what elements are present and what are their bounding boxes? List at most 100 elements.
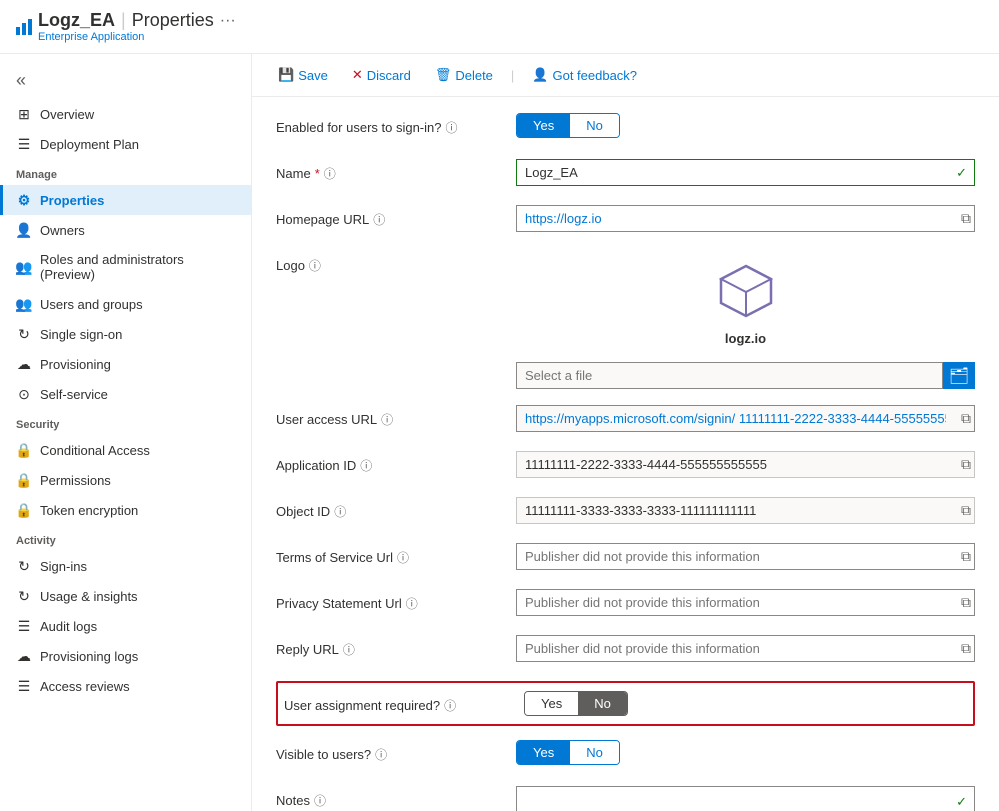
sidebar-item-audit-logs[interactable]: ☰ Audit logs: [0, 611, 251, 641]
sidebar-label-users: Users and groups: [40, 297, 143, 312]
visible-toggle: Yes No: [516, 740, 620, 765]
enabled-yes-button[interactable]: Yes: [517, 114, 570, 137]
tos-copy-icon[interactable]: ⧉: [961, 548, 971, 565]
homepage-input[interactable]: [516, 205, 975, 232]
sign-ins-icon: ↻: [16, 558, 32, 574]
sidebar-label-access: Access reviews: [40, 679, 130, 694]
discard-button[interactable]: ✕ Discard: [342, 62, 421, 88]
delete-button[interactable]: 🗑 Delete: [425, 62, 503, 88]
visible-yes-button[interactable]: Yes: [517, 741, 570, 764]
name-label: Name * ⓘ: [276, 159, 516, 182]
object-id-input: [516, 497, 975, 524]
privacy-info-icon[interactable]: ⓘ: [406, 595, 418, 612]
notes-textarea[interactable]: [516, 786, 975, 811]
logo-control: logz.io 🗂: [516, 251, 975, 389]
sidebar-label-self-service: Self-service: [40, 387, 108, 402]
reply-url-info-icon[interactable]: ⓘ: [343, 641, 355, 658]
sidebar-label-prov-logs: Provisioning logs: [40, 649, 138, 664]
sidebar-item-conditional-access[interactable]: 🔒 Conditional Access: [0, 435, 251, 465]
app-name: Logz_EA: [38, 10, 115, 31]
privacy-input[interactable]: [516, 589, 975, 616]
app-id-label: Application ID ⓘ: [276, 451, 516, 474]
file-input[interactable]: [516, 362, 943, 389]
homepage-copy-icon[interactable]: ⧉: [961, 210, 971, 227]
user-access-url-input[interactable]: [516, 405, 975, 432]
reply-url-label: Reply URL ⓘ: [276, 635, 516, 658]
notes-check-icon: ✓: [956, 794, 967, 810]
app-header: Logz_EA | Properties ··· Enterprise Appl…: [0, 0, 999, 54]
sidebar-item-sso[interactable]: ↻ Single sign-on: [0, 319, 251, 349]
feedback-button[interactable]: 👤 Got feedback?: [522, 62, 647, 88]
visible-no-button[interactable]: No: [570, 741, 619, 764]
enabled-label: Enabled for users to sign-in? ⓘ: [276, 113, 516, 136]
tos-label: Terms of Service Url ⓘ: [276, 543, 516, 566]
logz-brand-text: logz.io: [725, 331, 766, 346]
sidebar-item-sign-ins[interactable]: ↻ Sign-ins: [0, 551, 251, 581]
users-icon: 👥: [16, 296, 32, 312]
visible-info-icon[interactable]: ⓘ: [375, 746, 387, 763]
sidebar-item-roles[interactable]: 👥 Roles and administrators (Preview): [0, 245, 251, 289]
app-id-info-icon[interactable]: ⓘ: [360, 457, 372, 474]
homepage-row: Homepage URL ⓘ ⧉: [276, 205, 975, 235]
name-input[interactable]: [516, 159, 975, 186]
save-label: Save: [298, 68, 328, 83]
more-options-button[interactable]: ···: [220, 12, 236, 30]
sidebar-item-overview[interactable]: ⊞ Overview: [0, 99, 251, 129]
activity-section-label: Activity: [0, 525, 251, 551]
user-access-copy-icon[interactable]: ⧉: [961, 410, 971, 427]
deployment-icon: ☰: [16, 136, 32, 152]
user-assignment-info-icon[interactable]: ⓘ: [444, 697, 456, 714]
user-assignment-no-button[interactable]: No: [578, 692, 627, 715]
enabled-info-icon[interactable]: ⓘ: [445, 119, 457, 136]
logo-info-icon[interactable]: ⓘ: [309, 257, 321, 274]
manage-section-label: Manage: [0, 159, 251, 185]
save-button[interactable]: 💾 Save: [268, 62, 338, 88]
file-browse-button[interactable]: 🗂: [943, 362, 975, 389]
feedback-label: Got feedback?: [552, 68, 637, 83]
sidebar-item-token-encryption[interactable]: 🔒 Token encryption: [0, 495, 251, 525]
toolbar-separator: |: [511, 68, 514, 83]
app-id-copy-icon[interactable]: ⧉: [961, 456, 971, 473]
discard-icon: ✕: [352, 67, 363, 83]
reply-url-input[interactable]: [516, 635, 975, 662]
sidebar-item-self-service[interactable]: ⊙ Self-service: [0, 379, 251, 409]
sidebar-label-properties: Properties: [40, 193, 104, 208]
sidebar-item-deployment[interactable]: ☰ Deployment Plan: [0, 129, 251, 159]
permissions-icon: 🔒: [16, 472, 32, 488]
tos-info-icon[interactable]: ⓘ: [397, 549, 409, 566]
sidebar-label-audit: Audit logs: [40, 619, 97, 634]
sidebar-item-users[interactable]: 👥 Users and groups: [0, 289, 251, 319]
enabled-no-button[interactable]: No: [570, 114, 619, 137]
sidebar-item-provisioning-logs[interactable]: ☁ Provisioning logs: [0, 641, 251, 671]
reply-url-copy-icon[interactable]: ⧉: [961, 640, 971, 657]
user-access-info-icon[interactable]: ⓘ: [381, 411, 393, 428]
sidebar-item-access-reviews[interactable]: ☰ Access reviews: [0, 671, 251, 701]
enabled-control: Yes No: [516, 113, 975, 138]
homepage-info-icon[interactable]: ⓘ: [373, 211, 385, 228]
owners-icon: 👤: [16, 222, 32, 238]
file-browse-icon: 🗂: [949, 366, 969, 386]
tos-input[interactable]: [516, 543, 975, 570]
name-info-icon[interactable]: ⓘ: [324, 165, 336, 182]
usage-icon: ↻: [16, 588, 32, 604]
privacy-copy-icon[interactable]: ⧉: [961, 594, 971, 611]
object-id-info-icon[interactable]: ⓘ: [334, 503, 346, 520]
sidebar-label-owners: Owners: [40, 223, 85, 238]
sidebar-item-properties[interactable]: ⚙ Properties: [0, 185, 251, 215]
logo-label: Logo ⓘ: [276, 251, 516, 274]
sidebar-item-permissions[interactable]: 🔒 Permissions: [0, 465, 251, 495]
object-id-copy-icon[interactable]: ⧉: [961, 502, 971, 519]
visible-row: Visible to users? ⓘ Yes No: [276, 740, 975, 770]
notes-info-icon[interactable]: ⓘ: [314, 792, 326, 809]
notes-row: Notes ⓘ ✓: [276, 786, 975, 811]
properties-form: Enabled for users to sign-in? ⓘ Yes No N…: [252, 97, 999, 811]
user-access-url-row: User access URL ⓘ ⧉: [276, 405, 975, 435]
logo-icon: [16, 19, 32, 35]
user-assignment-yes-button[interactable]: Yes: [525, 692, 578, 715]
file-select-row: 🗂: [516, 362, 975, 389]
sidebar-item-provisioning[interactable]: ☁ Provisioning: [0, 349, 251, 379]
collapse-button[interactable]: «: [0, 62, 251, 99]
sidebar-item-usage-insights[interactable]: ↻ Usage & insights: [0, 581, 251, 611]
sidebar-label-provisioning: Provisioning: [40, 357, 111, 372]
sidebar-item-owners[interactable]: 👤 Owners: [0, 215, 251, 245]
